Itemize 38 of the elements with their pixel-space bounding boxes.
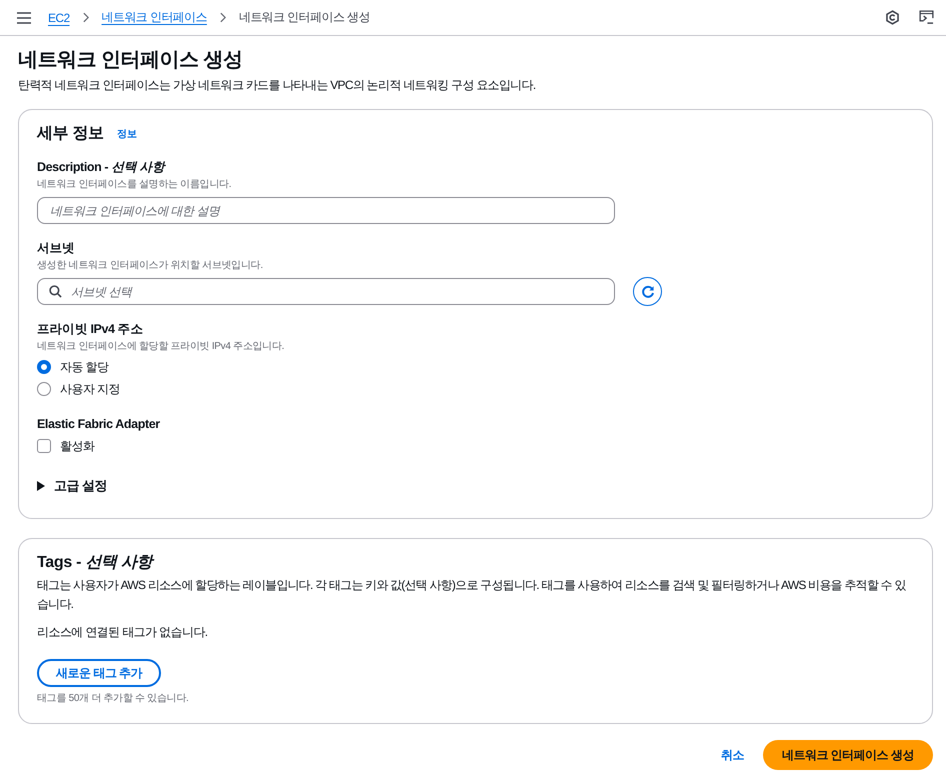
breadcrumb-current: 네트워크 인터페이스 생성	[238, 9, 370, 26]
radio-label: 사용자 지정	[60, 381, 120, 398]
page-title: 네트워크 인터페이스 생성	[18, 48, 244, 73]
tag-limit-hint: 태그를 50개 더 추가할 수 있습니다.	[37, 692, 190, 706]
breadcrumb-link[interactable]: EC2	[48, 10, 70, 24]
field-hint: 네트워크 인터페이스에 할당할 프라이빗 IPv4 주소입니다.	[37, 340, 286, 354]
add-tag-button[interactable]: 새로운 태그 추가	[37, 659, 162, 687]
subnet-search-field[interactable]: 서브넷 선택	[37, 278, 615, 305]
chevron-icon	[220, 12, 226, 23]
tags-description: 태그는 사용자가 AWS 리소스에 할당하는 레이블입니다. 각 태그는 키와 값(선택 사항)으로 구성됩니다. 태그를 사용하여 리소스를 검색 및 필터링하거나 AWS 비용을 추적할 수 있습니다.	[37, 577, 907, 613]
hexagon-icon[interactable]	[885, 10, 900, 25]
refresh-button[interactable]	[633, 277, 662, 306]
info-link[interactable]: 정보	[116, 127, 137, 141]
radio-button[interactable]	[37, 382, 51, 396]
advanced-settings-toggle[interactable]: 고급 설정	[37, 476, 108, 496]
section-title: 세부 정보	[37, 124, 104, 144]
checkbox-label: 활성화	[60, 438, 94, 455]
breadcrumb-link[interactable]: 네트워크 인터페이스	[102, 9, 207, 26]
radio-button[interactable]	[37, 360, 51, 374]
field-label: 프라이빗 IPv4 주소	[37, 321, 144, 338]
menu-icon[interactable]	[17, 12, 31, 24]
field-hint: 네트워크 인터페이스를 설명하는 이름입니다.	[37, 178, 232, 192]
field-label: 서브넷	[37, 240, 76, 257]
radio-label: 자동 할당	[60, 359, 108, 376]
terminal-icon[interactable]	[919, 10, 934, 25]
chevron-icon	[82, 12, 89, 23]
empty-message: 리소스에 연결된 태그가 없습니다.	[37, 624, 209, 641]
checkbox[interactable]	[37, 439, 51, 453]
field-label: Description - 선택 사항	[37, 159, 167, 176]
search-icon	[49, 285, 62, 298]
cancel-link[interactable]: 취소	[720, 746, 744, 764]
field-label: Elastic Fabric Adapter	[37, 416, 161, 433]
create-button[interactable]: 네트워크 인터페이스 생성	[762, 740, 933, 770]
description-input[interactable]: 네트워크 인터페이스에 대한 설명	[37, 197, 615, 224]
field-hint: 생성한 네트워크 인터페이스가 위치할 서브넷입니다.	[37, 259, 264, 273]
page-description: 탄력적 네트워크 인터페이스는 가상 네트워크 카드를 나타내는 VPC의 논리적 네트워킹 구성 요소입니다.	[18, 77, 536, 94]
section-title: Tags - 선택 사항	[37, 553, 156, 573]
refresh-icon	[640, 284, 654, 298]
